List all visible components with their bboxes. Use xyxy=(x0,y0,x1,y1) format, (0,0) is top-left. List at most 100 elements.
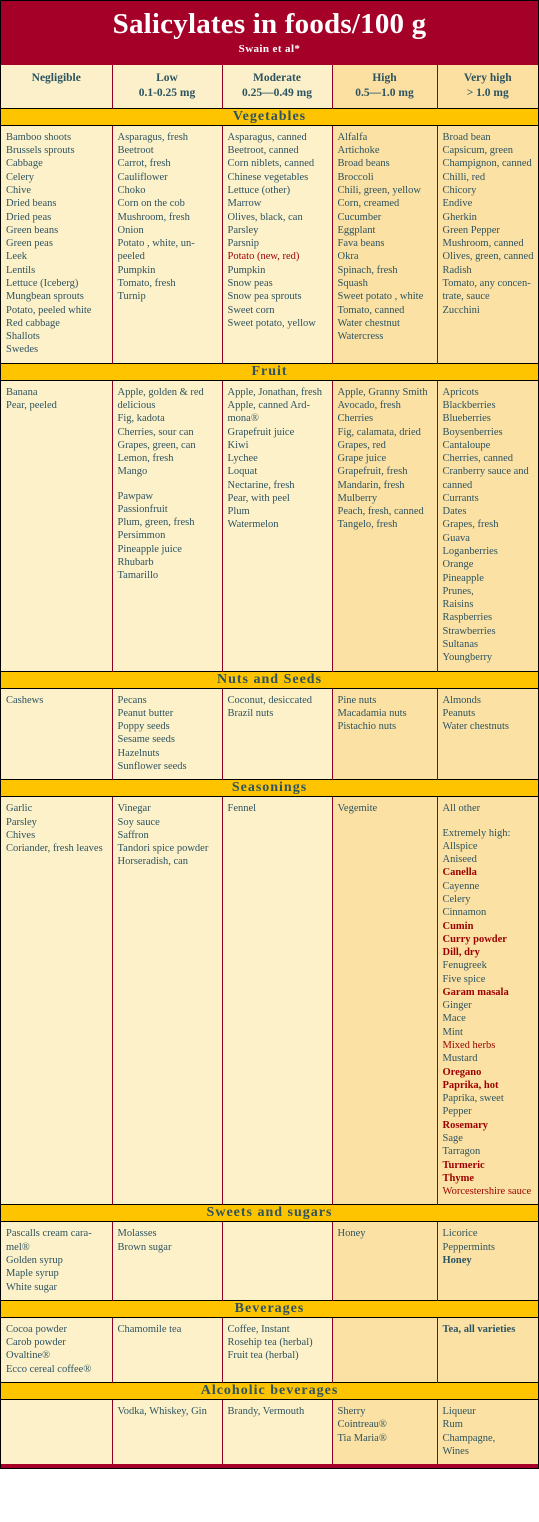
food-item: Worcestershire sauce xyxy=(442,1186,532,1198)
section-title-alcoholic-beverages: Alcoholic beverages xyxy=(1,1381,538,1400)
food-item: Pistachio nuts xyxy=(337,721,397,733)
food-item: Pascalls cream cara-mel® xyxy=(6,1228,92,1253)
food-item: Green Pepper xyxy=(442,224,500,236)
section-body-row: Pascalls cream cara-mel® Golden syrup Mapl… xyxy=(1,1221,538,1301)
food-item: Sweet potato , white xyxy=(337,291,424,303)
food-item: Fava beans xyxy=(337,238,385,250)
food-item: White sugar xyxy=(6,1281,58,1293)
food-item: Loganberries xyxy=(442,546,498,558)
food-list-cell: Licorice Peppermints Honey xyxy=(437,1221,538,1301)
food-item: Chicory xyxy=(442,185,477,196)
food-item: Liqueur xyxy=(442,1405,476,1417)
food-list-cell: Pascalls cream cara-mel® Golden syrup Mapl… xyxy=(1,1221,113,1301)
food-item: Blueberries xyxy=(442,413,491,425)
food-item: Cherries, canned xyxy=(442,453,514,465)
food-item: Red cabbage xyxy=(6,317,60,329)
food-item: Asparagus, fresh xyxy=(117,131,189,143)
food-item: Olives, green, canned xyxy=(442,251,534,263)
column-header-name: Moderate xyxy=(253,72,301,85)
food-item: Cayenne xyxy=(442,880,480,892)
food-item: Raisins xyxy=(442,599,474,611)
food-list-cell: Apricots Blackberries Blueberries Boysenber… xyxy=(437,380,538,672)
food-item: Chamomile tea xyxy=(117,1323,182,1335)
food-item: Peach, fresh, canned xyxy=(337,506,424,518)
food-item: Poppy seeds xyxy=(117,721,170,733)
food-item: Turmeric xyxy=(442,1159,485,1171)
food-item: Paprika, sweet xyxy=(442,1093,504,1105)
section-header-row: Seasonings xyxy=(1,779,538,798)
food-item: Apple, Granny Smith xyxy=(337,386,428,398)
food-item: Pecans xyxy=(117,694,147,706)
food-item: Fruit tea (herbal) xyxy=(227,1350,299,1362)
food-list-cell: Coffee, Instant Rosehip tea (herbal) Fruit… xyxy=(222,1317,333,1383)
food-item: Sunflower seeds xyxy=(117,760,187,772)
column-header-negligible: Negligible xyxy=(1,65,113,109)
food-item: Ginger xyxy=(442,1000,472,1012)
section-title-sweets-and-sugars: Sweets and sugars xyxy=(1,1204,538,1223)
food-item: Carob powder xyxy=(6,1337,66,1349)
food-item: Corn, creamed xyxy=(337,198,400,210)
food-list-cell xyxy=(222,1221,333,1301)
food-item: Chive xyxy=(6,185,32,196)
food-item: Maple syrup xyxy=(6,1268,59,1280)
food-list-cell: Banana Pear, peeled xyxy=(1,380,113,672)
food-item: Swedes xyxy=(6,344,39,356)
food-item: Coconut, desiccated xyxy=(227,694,313,706)
food-item: Cauliflower xyxy=(117,171,168,183)
food-item: Parsley xyxy=(6,816,37,828)
food-item: Pine nuts xyxy=(337,694,377,706)
food-item: Onion xyxy=(117,224,144,236)
food-item: Tomato, fresh xyxy=(117,277,176,289)
food-item: Fennel xyxy=(227,803,257,815)
food-item: Cashews xyxy=(6,694,44,706)
food-item: Corn niblets, canned xyxy=(227,158,315,170)
food-item: Cointreau® xyxy=(337,1419,387,1431)
food-item: Blackberries xyxy=(442,399,496,411)
food-item: All other xyxy=(442,803,481,815)
food-list-cell: Coconut, desiccated Brazil nuts xyxy=(222,688,333,780)
food-item: Radish xyxy=(442,264,472,276)
food-list-cell: Asparagus, fresh Beetroot Carrot, fresh Cau… xyxy=(112,125,223,364)
section-header-row: Fruit xyxy=(1,362,538,381)
food-item: Green beans xyxy=(6,224,59,236)
food-item: Tarragon xyxy=(442,1146,481,1158)
food-item: Mushroom, fresh xyxy=(117,211,190,223)
salicylate-table: Negligible Low 0.1-0.25 mg Moderate 0.25—0.4… xyxy=(1,65,538,1465)
food-item: Raspberries xyxy=(442,612,493,624)
food-item: Cumin xyxy=(442,920,474,932)
food-item: Aniseed xyxy=(442,854,477,866)
food-item: Brazil nuts xyxy=(227,707,274,719)
food-item: Youngberry xyxy=(442,652,493,664)
food-item: Grapes, fresh xyxy=(442,519,499,531)
food-item: Celery xyxy=(442,893,471,905)
food-item: Tamarillo xyxy=(117,570,159,582)
section-body-row: Garlic Parsley Chives Coriander, fresh leav… xyxy=(1,796,538,1205)
food-list-cell: Garlic Parsley Chives Coriander, fresh leav… xyxy=(1,796,113,1205)
food-item: Nectarine, fresh xyxy=(227,479,295,491)
food-item: Brown sugar xyxy=(117,1241,172,1253)
food-item: Potato (new, red) xyxy=(227,251,300,263)
food-item: Grapefruit, fresh xyxy=(337,466,408,478)
list-spacer xyxy=(443,816,535,827)
food-item: Rhubarb xyxy=(117,557,154,569)
column-header-range: 0.5—1.0 mg xyxy=(355,87,414,100)
food-item: Horseradish, can xyxy=(117,856,189,868)
food-list-cell: Chamomile tea xyxy=(112,1317,223,1383)
food-item: Vinegar xyxy=(117,803,151,815)
food-list-cell: Sherry Cointreau® Tia Maria® xyxy=(332,1399,438,1465)
section-header-row: Beverages xyxy=(1,1299,538,1318)
food-item: Allspice xyxy=(442,840,478,852)
column-header-low: Low 0.1-0.25 mg xyxy=(112,65,223,109)
food-item: Mango xyxy=(117,466,148,478)
food-item: Celery xyxy=(6,171,34,183)
list-spacer xyxy=(118,479,218,490)
column-header-very-high: Very high > 1.0 mg xyxy=(437,65,538,109)
food-item: Dill, dry xyxy=(442,947,480,959)
food-item: Plum, green, fresh xyxy=(117,517,195,529)
food-list-cell: Apple, golden & red delicious Fig, kadota… xyxy=(112,380,223,672)
food-list-cell: Vegemite xyxy=(332,796,438,1205)
food-item: Orange xyxy=(442,559,474,571)
food-item: Cucumber xyxy=(337,211,382,223)
food-item: Gherkin xyxy=(442,211,477,223)
food-item: Plum xyxy=(227,506,250,518)
